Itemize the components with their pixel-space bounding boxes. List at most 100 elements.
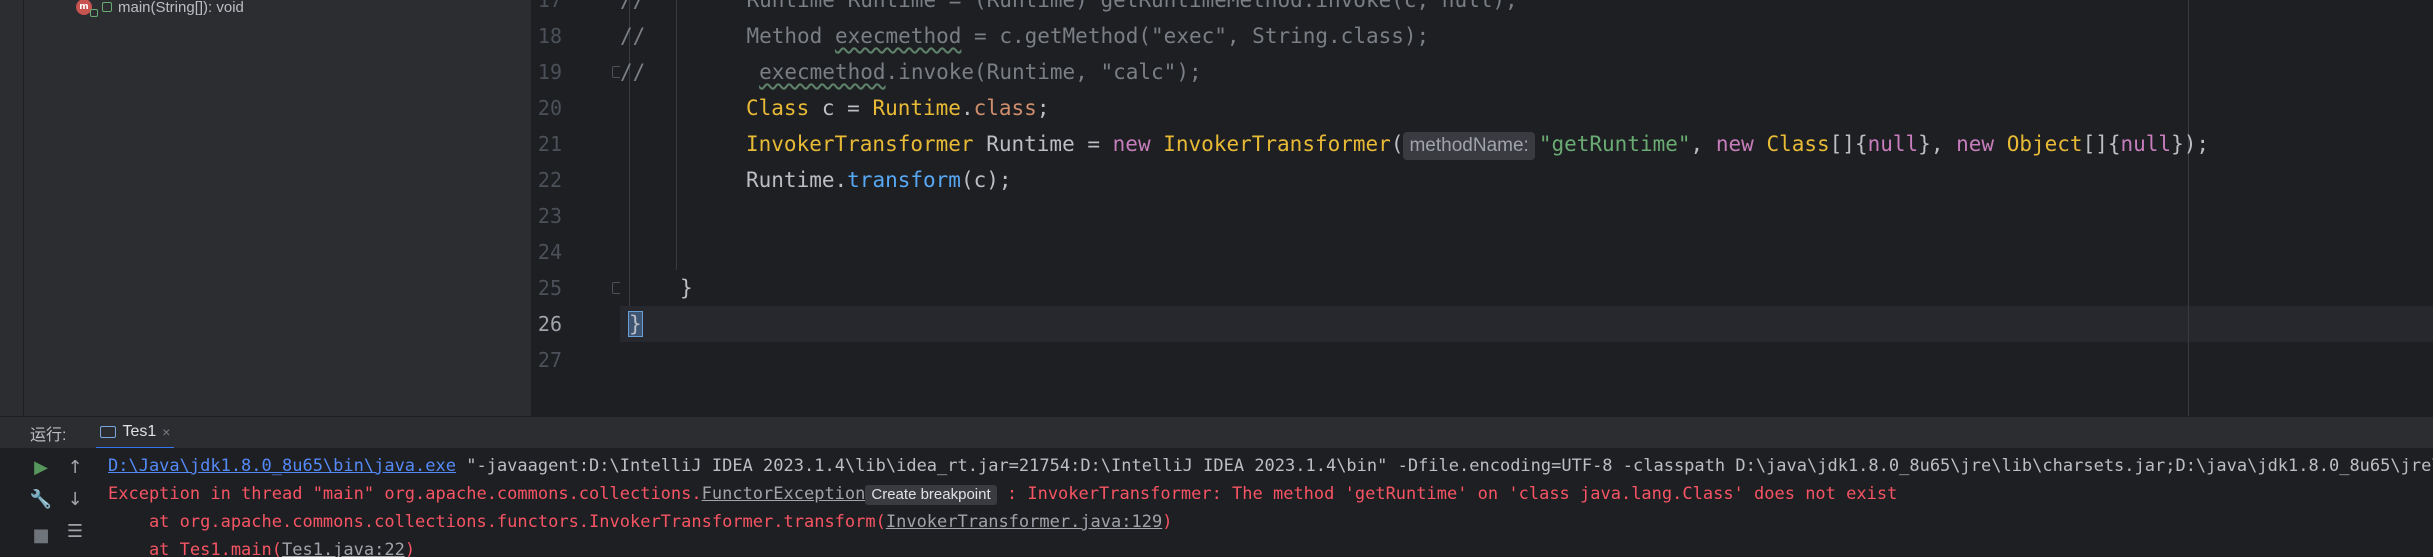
- arrow-down-icon[interactable]: ↓: [64, 488, 86, 510]
- static-icon: [90, 9, 98, 17]
- comment-marker: //: [620, 0, 646, 12]
- keyword-token: new: [1112, 132, 1151, 156]
- java-exe-link[interactable]: D:\Java\jdk1.8.0_8u65\bin\java.exe: [108, 456, 456, 476]
- keyword-token: new: [1956, 132, 1995, 156]
- code-token: (: [1390, 132, 1404, 156]
- class-token: Runtime: [872, 96, 961, 120]
- structure-item-label: main(String[]): void: [118, 0, 244, 16]
- stacktrace-link[interactable]: InvokerTransformer.java:129: [886, 512, 1162, 532]
- comment-marker: //: [620, 24, 646, 48]
- line-number: 27: [537, 348, 562, 372]
- current-line-highlight: [620, 306, 2433, 342]
- code-editor[interactable]: // Runtime Runtime = (Runtime) getRuntim…: [620, 0, 2433, 416]
- null-token: null: [2120, 132, 2172, 156]
- code-line-25: }: [680, 270, 693, 306]
- editor-gutter[interactable]: 17 18 19 20 21 22 23 24 25 26 27: [532, 0, 620, 416]
- matched-brace: }: [628, 311, 643, 337]
- code-token: Runtime =: [973, 132, 1113, 156]
- code-token: []{: [2082, 132, 2121, 156]
- method-icon: m: [76, 0, 98, 17]
- run-tab-label: Tes1: [122, 422, 157, 440]
- comment-text: Method: [645, 24, 835, 48]
- structure-panel: m main(String[]): void: [24, 0, 532, 416]
- class-token: Object: [2006, 132, 2083, 156]
- run-toolbar: ▶ ↑ 🔧 ↓ ■ ☰: [24, 448, 106, 557]
- line-number: 19: [537, 60, 562, 84]
- console-line-error: Exception in thread "main" org.apache.co…: [108, 480, 1897, 508]
- code-line-18: // Method execmethod = c.getMethod("exec…: [620, 18, 1429, 54]
- code-token: c =: [809, 96, 873, 120]
- soft-wrap-icon[interactable]: ☰: [64, 520, 86, 542]
- line-number: 21: [537, 132, 562, 156]
- code-token: ,: [1690, 132, 1716, 156]
- code-line-19: // execmethod.invoke(Runtime, "calc");: [620, 54, 1202, 90]
- console-line: D:\Java\jdk1.8.0_8u65\bin\java.exe "-jav…: [108, 452, 2433, 480]
- console-text: at Tes1.main(: [108, 540, 282, 557]
- console-text: ): [1162, 512, 1173, 532]
- application-icon: [100, 425, 117, 438]
- parameter-hint: methodName:: [1403, 132, 1535, 160]
- rerun-icon[interactable]: ▶: [30, 456, 52, 478]
- null-token: null: [1867, 132, 1919, 156]
- comment-variable: execmethod: [834, 24, 962, 48]
- close-icon[interactable]: ×: [162, 424, 170, 440]
- run-tool-header: 运行: Tes1 ×: [0, 416, 2433, 449]
- console-text: "-javaagent:D:\IntelliJ IDEA 2023.1.4\li…: [456, 456, 2433, 476]
- line-number: 20: [537, 96, 562, 120]
- class-token: Class: [746, 96, 810, 120]
- right-margin-guide: [2188, 0, 2189, 416]
- run-tab-tes1[interactable]: Tes1 ×: [96, 417, 175, 449]
- line-number: 25: [537, 276, 562, 300]
- wrench-icon[interactable]: 🔧: [30, 488, 52, 510]
- exception-link[interactable]: FunctorException: [702, 484, 866, 504]
- class-token: Class: [1766, 132, 1830, 156]
- console-line-error: at Tes1.main(Tes1.java:22): [108, 536, 415, 557]
- structure-item-main[interactable]: m main(String[]): void: [76, 0, 244, 18]
- arrow-up-icon[interactable]: ↑: [64, 456, 86, 478]
- ide-window: m main(String[]): void 17 18 19 20 21 22…: [0, 0, 2433, 557]
- string-token: "getRuntime": [1538, 132, 1691, 156]
- comment-variable: execmethod: [759, 60, 886, 84]
- comment-text: = c.getMethod("exec", String.class);: [961, 24, 1430, 48]
- class-token: InvokerTransformer: [746, 132, 974, 156]
- console-text: Exception in thread "main" org.apache.co…: [108, 484, 702, 504]
- console-line-error: at org.apache.commons.collections.functo…: [108, 508, 1173, 536]
- brace-token: }: [680, 276, 693, 300]
- console-text: ): [404, 540, 416, 557]
- code-token: });: [2171, 132, 2210, 156]
- stacktrace-link[interactable]: Tes1.java:22: [282, 540, 405, 557]
- code-line-21: InvokerTransformer Runtime = new Invoker…: [746, 126, 2209, 162]
- class-token: InvokerTransformer: [1163, 132, 1391, 156]
- code-token: Runtime.: [746, 168, 848, 192]
- comment-marker: //: [620, 60, 646, 84]
- stop-icon[interactable]: ■: [30, 524, 52, 546]
- line-number: 23: [537, 204, 562, 228]
- line-number: 22: [537, 168, 562, 192]
- comment-text: [645, 60, 759, 84]
- code-token: ;: [1036, 96, 1050, 120]
- code-token: .: [960, 96, 974, 120]
- line-number: 24: [537, 240, 562, 264]
- code-line-22: Runtime.transform(c);: [746, 162, 1012, 198]
- console-text: at org.apache.commons.collections.functo…: [108, 512, 886, 532]
- console-output[interactable]: D:\Java\jdk1.8.0_8u65\bin\java.exe "-jav…: [108, 448, 2433, 557]
- comment-text: .invoke(Runtime, "calc");: [885, 60, 1202, 84]
- method-token: transform: [847, 168, 961, 192]
- code-token: },: [1918, 132, 1957, 156]
- keyword-token: class: [973, 96, 1037, 120]
- create-breakpoint-tooltip[interactable]: Create breakpoint: [865, 485, 997, 505]
- keyword-token: new: [1715, 132, 1754, 156]
- console-text: : InvokerTransformer: The method 'getRun…: [996, 484, 1898, 504]
- code-token: (c);: [960, 168, 1012, 192]
- comment-text: Runtime Runtime = (Runtime) getRuntimeMe…: [645, 0, 1518, 12]
- code-line-20: Class c = Runtime.class;: [746, 90, 1049, 126]
- public-icon: [102, 2, 112, 12]
- line-number-current: 26: [537, 312, 562, 336]
- code-line-26: }: [628, 306, 643, 342]
- line-number: 18: [537, 24, 562, 48]
- code-token: []{: [1829, 132, 1868, 156]
- code-line-17: // Runtime Runtime = (Runtime) getRuntim…: [620, 0, 1518, 18]
